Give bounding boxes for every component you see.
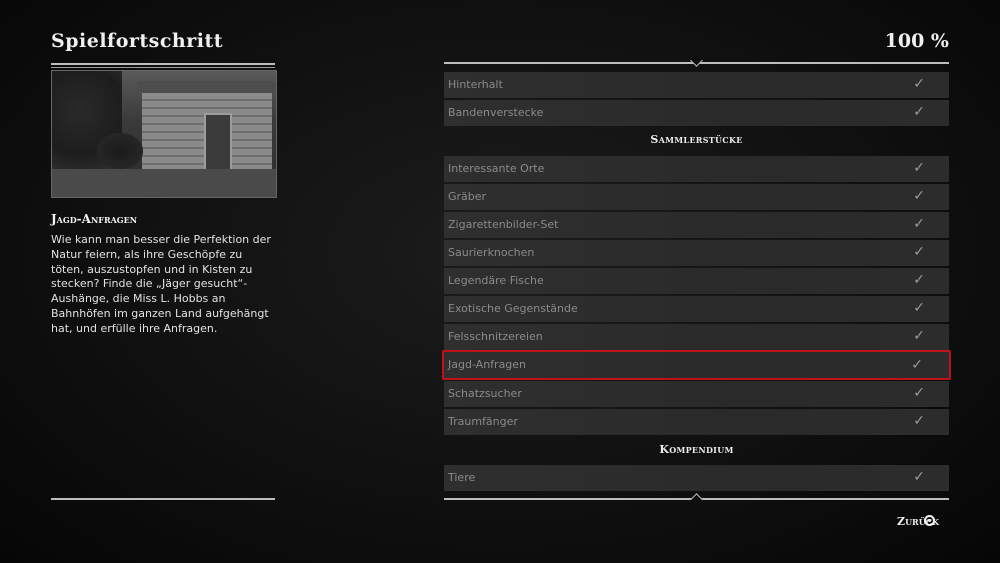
checkmark-icon: ✓	[913, 328, 925, 344]
checkmark-icon: ✓	[913, 385, 925, 401]
checkmark-icon: ✓	[913, 244, 925, 260]
checkmark-icon: ✓	[911, 357, 923, 373]
section-header-compendium: Kompendium	[659, 443, 734, 456]
stuffed-animal	[97, 133, 143, 169]
list-item-label: Bandenverstecke	[448, 106, 544, 119]
checkmark-icon: ✓	[913, 272, 925, 288]
list-item-label: Saurierknochen	[448, 246, 535, 259]
checkmark-icon: ✓	[913, 413, 925, 429]
list-item-hinterhalt[interactable]: Hinterhalt ✓	[444, 72, 949, 98]
list-item-tiere[interactable]: Tiere ✓	[444, 465, 949, 491]
page-title: Spielfortschritt	[51, 30, 224, 52]
list-item-label: Schatzsucher	[448, 387, 522, 400]
list-item-label: Jagd-Anfragen	[448, 358, 527, 371]
list-item-label: Exotische Gegenstände	[448, 302, 578, 315]
list-item-label: Tiere	[448, 471, 476, 484]
list-item-interessante-orte[interactable]: Interessante Orte ✓	[444, 156, 949, 182]
list-item-label: Felsschnitzereien	[448, 330, 543, 343]
checkmark-icon: ✓	[913, 104, 925, 120]
checkmark-icon: ✓	[913, 188, 925, 204]
left-top-divider-thin	[51, 67, 275, 68]
ground	[52, 169, 276, 197]
checkmark-icon: ✓	[913, 300, 925, 316]
detail-description: Wie kann man besser die Perfektion der N…	[51, 233, 271, 335]
completion-percent: 100 %	[884, 30, 949, 52]
list-item-traumfaenger[interactable]: Traumfänger ✓	[444, 409, 949, 435]
checkmark-icon: ✓	[913, 216, 925, 232]
list-item-zigarettenbilder[interactable]: Zigarettenbilder-Set ✓	[444, 212, 949, 238]
circle-button-icon[interactable]	[924, 515, 935, 526]
section-header-collectibles: Sammlerstücke	[650, 133, 743, 146]
list-item-exotische-gegenstaende[interactable]: Exotische Gegenstände ✓	[444, 296, 949, 322]
list-item-label: Zigarettenbilder-Set	[448, 218, 559, 231]
list-item-felsschnitzereien[interactable]: Felsschnitzereien ✓	[444, 324, 949, 350]
list-item-label: Legendäre Fische	[448, 274, 544, 287]
list-item-label: Interessante Orte	[448, 162, 545, 175]
list-top-notch	[690, 54, 703, 67]
list-bottom-notch	[690, 493, 703, 506]
checkmark-icon: ✓	[913, 76, 925, 92]
list-item-saurierknochen[interactable]: Saurierknochen ✓	[444, 240, 949, 266]
list-item-label: Gräber	[448, 190, 487, 203]
list-item-label: Traumfänger	[448, 415, 518, 428]
checkmark-icon: ✓	[913, 469, 925, 485]
list-item-legendaere-fische[interactable]: Legendäre Fische ✓	[444, 268, 949, 294]
list-item-label: Hinterhalt	[448, 78, 503, 91]
detail-title: Jagd-Anfragen	[51, 212, 138, 226]
list-item-schatzsucher[interactable]: Schatzsucher ✓	[444, 381, 949, 407]
left-bottom-divider	[51, 498, 275, 500]
left-top-divider	[51, 63, 275, 65]
list-item-jagd-anfragen[interactable]: Jagd-Anfragen ✓	[442, 350, 951, 380]
checkmark-icon: ✓	[913, 160, 925, 176]
list-item-graeber[interactable]: Gräber ✓	[444, 184, 949, 210]
list-item-bandenverstecke[interactable]: Bandenverstecke ✓	[444, 100, 949, 126]
preview-image	[51, 70, 277, 198]
cabin-door	[204, 113, 232, 177]
